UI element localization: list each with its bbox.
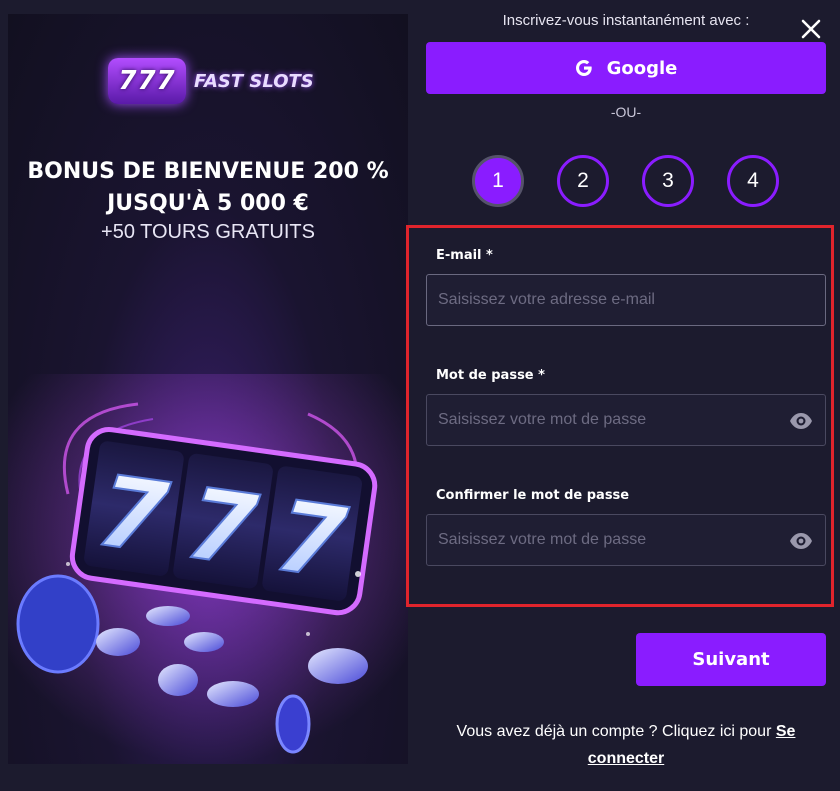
confirm-password-label: Confirmer le mot de passe bbox=[436, 488, 630, 503]
password-input[interactable] bbox=[427, 395, 825, 445]
google-button-label: Google bbox=[606, 57, 678, 79]
promo-panel: 777 FAST SLOTS BONUS DE BIENVENUE 200 % … bbox=[8, 14, 408, 764]
logo-text: FAST SLOTS bbox=[194, 70, 314, 92]
signup-modal: 777 FAST SLOTS BONUS DE BIENVENUE 200 % … bbox=[0, 0, 840, 791]
confirm-password-input[interactable] bbox=[427, 515, 825, 565]
close-icon bbox=[801, 19, 821, 39]
google-signup-button[interactable]: Google bbox=[426, 42, 826, 94]
slot-machine-illustration: 7 7 7 bbox=[8, 374, 408, 764]
google-icon bbox=[575, 60, 592, 76]
logo-badge: 777 bbox=[108, 58, 186, 104]
eye-icon[interactable] bbox=[789, 530, 813, 552]
next-button[interactable]: Suivant bbox=[636, 633, 826, 686]
promo-title: BONUS DE BIENVENUE 200 % JUSQU'À 5 000 € bbox=[8, 156, 408, 220]
step-1[interactable]: 1 bbox=[472, 155, 524, 207]
step-3[interactable]: 3 bbox=[642, 155, 694, 207]
eye-icon[interactable] bbox=[789, 410, 813, 432]
close-button[interactable] bbox=[798, 16, 824, 42]
step-indicator: 1 2 3 4 bbox=[472, 155, 782, 207]
email-label: E-mail * bbox=[436, 248, 493, 263]
email-field-wrapper bbox=[426, 274, 826, 326]
or-separator: -OU- bbox=[610, 104, 642, 120]
promo-subtitle: +50 TOURS GRATUITS bbox=[101, 221, 315, 243]
promo-title-line2: JUSQU'À 5 000 € bbox=[107, 191, 309, 216]
password-field-wrapper bbox=[426, 394, 826, 446]
login-prompt: Vous avez déjà un compte ? Cliquez ici p… bbox=[426, 718, 826, 772]
login-prompt-text: Vous avez déjà un compte ? Cliquez ici p… bbox=[456, 723, 772, 740]
signup-heading: Inscrivez-vous instantanément avec : bbox=[502, 12, 750, 29]
promo-title-line1: BONUS DE BIENVENUE 200 % bbox=[27, 159, 389, 184]
password-label: Mot de passe * bbox=[436, 368, 545, 383]
email-input[interactable] bbox=[427, 275, 825, 325]
confirm-password-field-wrapper bbox=[426, 514, 826, 566]
step-4[interactable]: 4 bbox=[727, 155, 779, 207]
step-2[interactable]: 2 bbox=[557, 155, 609, 207]
brand-logo: 777 FAST SLOTS bbox=[108, 58, 318, 104]
